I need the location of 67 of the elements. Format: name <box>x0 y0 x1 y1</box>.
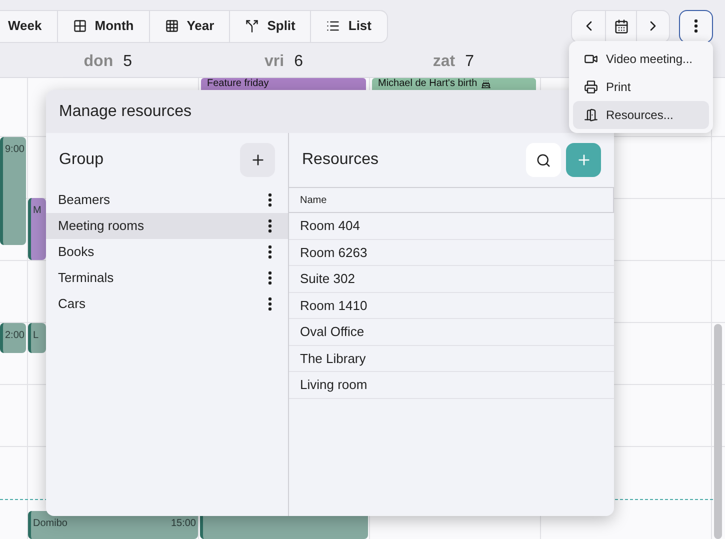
plus-icon <box>250 152 266 168</box>
event-block[interactable]: L <box>28 323 46 353</box>
more-icon <box>268 297 272 311</box>
event-time: 15:00 <box>170 517 196 531</box>
view-button[interactable]: List <box>310 10 386 42</box>
day-number: 7 <box>465 52 474 72</box>
group-item[interactable]: Beamers <box>46 187 288 213</box>
menu-item[interactable]: Video meeting... <box>573 45 709 73</box>
menu-item[interactable]: Resources... <box>573 101 709 129</box>
event-title: M <box>33 204 42 218</box>
group-item[interactable]: Meeting rooms <box>46 213 288 239</box>
view-icon <box>245 19 260 33</box>
resource-row[interactable]: Room 1410 <box>289 292 614 319</box>
view-icon <box>72 19 87 33</box>
resource-row[interactable]: Living room <box>289 372 614 398</box>
weekday-label: zat <box>432 52 456 72</box>
day-number: 6 <box>294 52 303 72</box>
menu-item-icon <box>584 52 598 66</box>
group-item[interactable]: Books <box>46 239 288 265</box>
event-title: Feature friday <box>207 78 269 90</box>
event-time: 9:00 <box>5 143 24 157</box>
dialog-title: Manage resources <box>59 102 192 122</box>
event-title: Michael de Hart's birth <box>378 78 478 90</box>
resources-heading: Resources <box>302 150 378 170</box>
view-button[interactable]: Split <box>229 10 310 42</box>
event-time: 2:00 <box>5 329 24 343</box>
add-resource-button[interactable] <box>566 143 601 177</box>
menu-item-icon <box>584 108 598 122</box>
resource-row[interactable]: The Library <box>289 346 614 372</box>
group-heading: Group <box>59 150 104 170</box>
all-day-event[interactable]: Feature friday <box>201 78 366 90</box>
search-icon <box>536 152 551 168</box>
event-title: Domibo <box>33 517 68 531</box>
calendar-icon <box>614 18 628 34</box>
event-block[interactable]: 9:00 <box>0 137 26 245</box>
more-icon <box>268 271 272 285</box>
weekday-label: don <box>84 52 114 72</box>
column-header: Name <box>300 194 327 208</box>
group-item[interactable]: Terminals <box>46 265 288 291</box>
resource-row[interactable]: Room 404 <box>289 213 614 240</box>
view-button[interactable]: Week <box>0 10 57 42</box>
resource-row[interactable]: Oval Office <box>289 319 614 346</box>
menu-item-icon <box>584 80 598 94</box>
event-block[interactable]: M <box>28 198 46 260</box>
event-title: L <box>33 329 39 343</box>
view-button[interactable]: Year <box>148 10 230 42</box>
search-button[interactable] <box>526 143 561 177</box>
view-button[interactable]: Month <box>56 10 149 42</box>
scrollbar-thumb[interactable] <box>714 324 722 539</box>
more-button[interactable] <box>679 10 713 42</box>
more-icon <box>268 245 272 259</box>
view-icon <box>164 19 179 33</box>
more-icon <box>268 219 272 233</box>
resource-row[interactable]: Suite 302 <box>289 266 614 292</box>
group-item[interactable]: Cars <box>46 291 288 317</box>
add-group-button[interactable] <box>240 143 275 177</box>
view-icon <box>326 19 340 33</box>
cake-icon <box>481 79 492 89</box>
more-icon <box>268 193 272 207</box>
day-number: 5 <box>123 52 132 72</box>
plus-icon <box>576 152 592 168</box>
event-block[interactable]: 2:00 <box>0 323 26 353</box>
weekday-label: vri <box>264 52 284 72</box>
menu-item[interactable]: Print <box>573 73 709 101</box>
more-icon <box>694 19 698 33</box>
all-day-event[interactable]: Michael de Hart's birth <box>372 78 536 90</box>
resource-row[interactable]: Room 6263 <box>289 240 614 266</box>
